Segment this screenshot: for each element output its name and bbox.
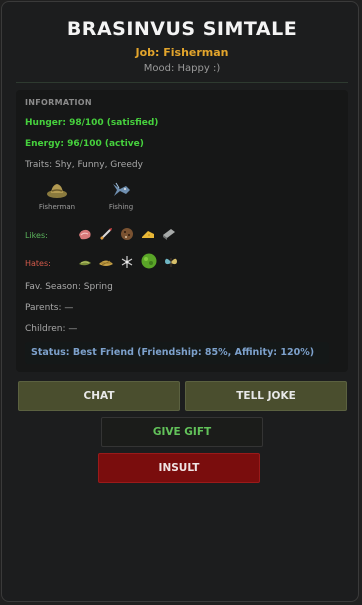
fish-icon [113, 182, 130, 196]
section-title: INFORMATION [25, 98, 92, 107]
hates-label: Hates: [25, 259, 51, 268]
hunger-stat: Hunger: 98/100 (satisfied) [25, 118, 159, 128]
tell-joke-button[interactable]: TELL JOKE [185, 381, 347, 411]
skill-fishing: Fishing [91, 180, 151, 211]
relationship-status: Status: Best Friend (Friendship: 85%, Af… [25, 342, 329, 364]
butterfly-item-icon[interactable] [163, 254, 179, 270]
rocket-item-icon[interactable] [98, 226, 114, 242]
meat-item-icon[interactable] [77, 226, 93, 242]
chat-button[interactable]: CHAT [18, 381, 180, 411]
npc-job: Job: Fisherman [135, 46, 229, 59]
cheese-item-icon[interactable] [140, 226, 156, 242]
fav-season: Fav. Season: Spring [25, 282, 113, 292]
npc-name: BRASINVUS SIMTALE [66, 18, 298, 40]
skill-fisherman: Fisherman [27, 180, 87, 211]
traits: Traits: Shy, Funny, Greedy [25, 160, 143, 170]
parents: Parents: — [25, 303, 74, 313]
hay-item-icon[interactable] [98, 254, 114, 270]
energy-stat: Energy: 96/100 (active) [25, 139, 144, 149]
skill-label: Fisherman [38, 203, 76, 211]
insult-button[interactable]: INSULT [98, 453, 260, 483]
hat-icon [47, 184, 67, 198]
bush-item-icon[interactable] [140, 252, 158, 270]
likes-label: Likes: [25, 231, 48, 240]
npc-info-panel: BRASINVUS SIMTALE Job: Fisherman Mood: H… [1, 1, 359, 602]
give-gift-button[interactable]: GIVE GIFT [101, 417, 263, 447]
seaweed-item-icon[interactable] [77, 254, 93, 270]
cookie-item-icon[interactable] [119, 226, 135, 242]
children: Children: — [25, 324, 78, 334]
information-box: INFORMATION Hunger: 98/100 (satisfied) E… [16, 90, 348, 372]
crystal-item-icon[interactable] [119, 254, 135, 270]
divider [16, 82, 348, 83]
npc-mood: Mood: Happy :) [143, 63, 221, 74]
metal-bar-item-icon[interactable] [161, 226, 177, 242]
skill-label: Fishing [108, 203, 134, 211]
